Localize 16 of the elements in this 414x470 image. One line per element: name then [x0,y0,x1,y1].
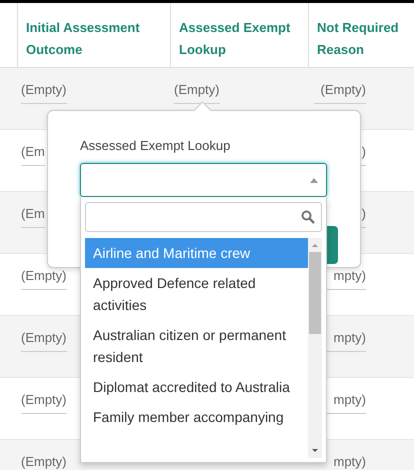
column-header[interactable]: Assessed Exempt Lookup [170,3,308,67]
table-cell[interactable]: (Em [21,204,45,228]
dropdown-option[interactable]: Airline and Maritime crew [85,238,308,268]
table-cell[interactable]: (Empty) [21,328,66,352]
table-cell[interactable]: (Empty) [21,80,66,104]
table-cell[interactable]: (Empty) [21,452,66,470]
caret-icon [310,178,318,182]
column-header[interactable]: Initial Assessment Outcome [17,3,170,67]
scrollbar[interactable] [308,238,322,458]
column-header[interactable]: Not Required Reason [308,3,414,67]
field-label: Assessed Exempt Lookup [80,137,232,155]
table-cell[interactable]: (Em [21,142,45,166]
table-cell[interactable]: (Empty) [314,80,366,104]
table-cell[interactable]: (Empty) [21,390,66,414]
search-field[interactable] [85,202,322,232]
search-icon [301,210,315,224]
